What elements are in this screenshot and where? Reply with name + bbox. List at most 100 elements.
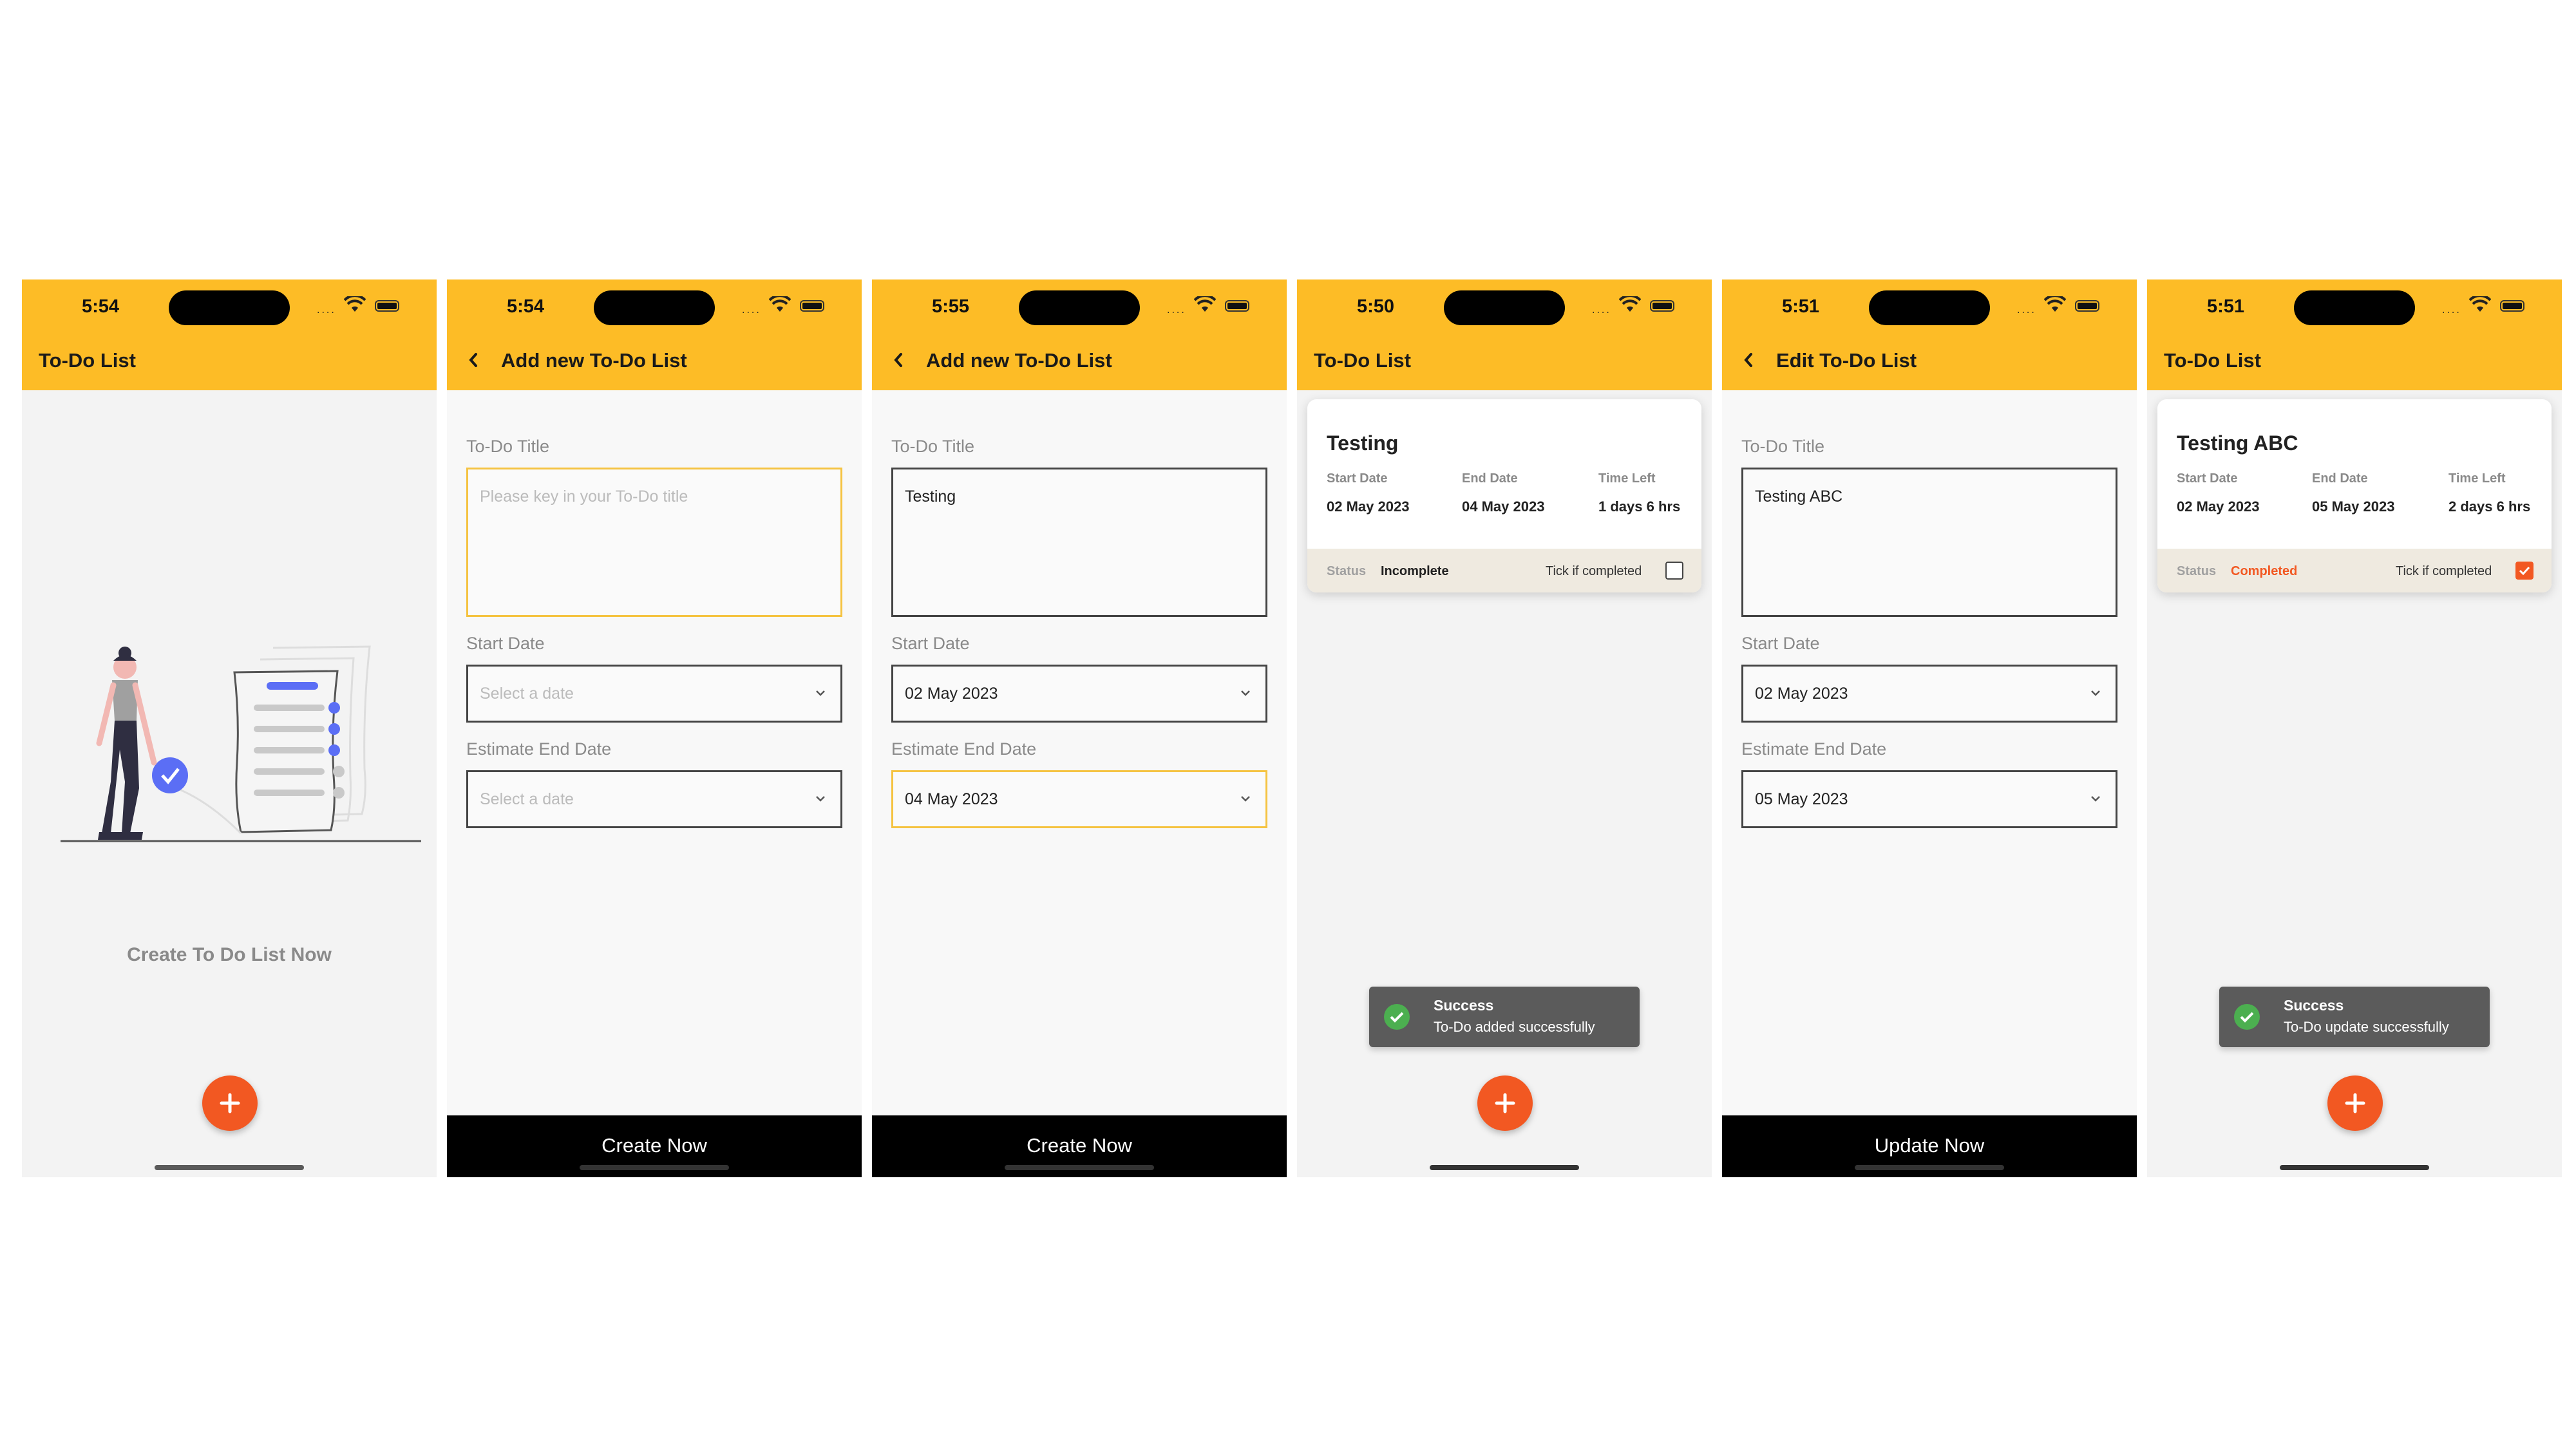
end-date-value: 05 May 2023 (2312, 498, 2395, 515)
status-time: 5:54 (81, 296, 120, 317)
add-todo-button[interactable] (1477, 1075, 1533, 1131)
status-label: Status (2177, 564, 2217, 578)
todo-card-footer: Status Completed Tick if completed (2157, 549, 2552, 592)
screen-edit-todo: 5:51 .... Edit To-Do List To-Do Title Te… (1722, 279, 2137, 1177)
toast-title: Success (1434, 997, 1494, 1014)
wifi-icon (2469, 296, 2491, 312)
start-date-label: Start Date (1741, 634, 1820, 653)
todo-title-label: To-Do Title (466, 437, 550, 456)
page-title: Edit To-Do List (1776, 349, 1917, 372)
todo-title-input[interactable]: Please key in your To-Do title (466, 468, 842, 617)
time-left-value: 2 days 6 hrs (2448, 498, 2531, 515)
end-date-label: End Date (2312, 471, 2368, 486)
signal-icon: .... (2442, 305, 2461, 316)
check-circle-icon (2234, 1004, 2260, 1030)
page-title: Add new To-Do List (501, 349, 687, 372)
todo-title-input[interactable]: Testing ABC (1741, 468, 2117, 617)
start-date-label: Start Date (466, 634, 545, 653)
status-value: Completed (2231, 564, 2298, 578)
completed-checkbox[interactable] (1665, 562, 1683, 580)
home-indicator (1430, 1165, 1579, 1170)
end-date-select[interactable]: 05 May 2023 (1741, 770, 2117, 828)
dynamic-island (1869, 290, 1990, 325)
status-time: 5:54 (506, 296, 545, 317)
screen-add-todo-filled: 5:55 .... Add new To-Do List To-Do Title… (872, 279, 1287, 1177)
back-chevron-icon[interactable] (891, 350, 905, 370)
signal-icon: .... (742, 305, 761, 316)
screen-todo-list-added: 5:50 .... To-Do List Testing Start Date … (1297, 279, 1712, 1177)
status-label: Status (1327, 564, 1367, 578)
add-todo-button[interactable] (202, 1075, 258, 1131)
page-title: To-Do List (2164, 349, 2261, 372)
todo-title-input[interactable]: Testing (891, 468, 1267, 617)
battery-icon (1650, 300, 1674, 312)
end-date-value: Select a date (480, 790, 574, 808)
start-date-select[interactable]: 02 May 2023 (891, 665, 1267, 723)
start-date-select[interactable]: 02 May 2023 (1741, 665, 2117, 723)
screen-todo-list-empty: 5:54 .... To-Do List Create To Do List N… (22, 279, 437, 1177)
toast-title: Success (2284, 997, 2344, 1014)
header-bar: 5:55 .... Add new To-Do List (872, 279, 1287, 390)
home-indicator (1005, 1165, 1154, 1170)
start-date-select[interactable]: Select a date (466, 665, 842, 723)
battery-icon (800, 300, 824, 312)
back-chevron-icon[interactable] (1741, 350, 1756, 370)
battery-icon (1225, 300, 1249, 312)
chevron-down-icon (2091, 690, 2100, 696)
page-title: Add new To-Do List (926, 349, 1112, 372)
header-bar: 5:54 .... Add new To-Do List (447, 279, 862, 390)
end-date-label: Estimate End Date (1741, 739, 1887, 759)
todo-card-title: Testing ABC (2177, 431, 2298, 455)
start-date-label: Start Date (891, 634, 970, 653)
status-time: 5:51 (1781, 296, 1820, 317)
status-time: 5:55 (931, 296, 970, 317)
start-date-label: Start Date (2177, 471, 2238, 486)
dynamic-island (594, 290, 715, 325)
toast-message: To-Do update successfully (2284, 1019, 2449, 1035)
success-toast: Success To-Do update successfully (2219, 987, 2490, 1047)
wifi-icon (2044, 296, 2066, 312)
plus-icon (2345, 1093, 2365, 1113)
wifi-icon (344, 296, 366, 312)
end-date-value: 04 May 2023 (905, 790, 998, 808)
battery-icon (375, 300, 399, 312)
battery-icon (2075, 300, 2099, 312)
todo-title-label: To-Do Title (1741, 437, 1825, 456)
back-chevron-icon[interactable] (466, 350, 480, 370)
plus-icon (1495, 1093, 1515, 1113)
time-left-label: Time Left (1598, 471, 1656, 486)
start-date-value: 02 May 2023 (905, 685, 998, 703)
end-date-select[interactable]: 04 May 2023 (891, 770, 1267, 828)
start-date-value: 02 May 2023 (1327, 498, 1410, 515)
chevron-down-icon (1241, 690, 1250, 696)
screen-todo-list-updated: 5:51 .... To-Do List Testing ABC Start D… (2147, 279, 2562, 1177)
todo-card[interactable]: Testing ABC Start Date 02 May 2023 End D… (2157, 399, 2552, 592)
dynamic-island (169, 290, 290, 325)
chevron-down-icon (1241, 796, 1250, 802)
dynamic-island (1444, 290, 1565, 325)
wifi-icon (1194, 296, 1216, 312)
completed-checkbox[interactable] (2515, 562, 2533, 580)
signal-icon: .... (317, 305, 336, 316)
tick-completed-label: Tick if completed (1546, 564, 1642, 578)
status-time: 5:50 (1356, 296, 1395, 317)
end-date-select[interactable]: Select a date (466, 770, 842, 828)
todo-card[interactable]: Testing Start Date 02 May 2023 End Date … (1307, 399, 1701, 592)
header-bar: 5:50 .... To-Do List (1297, 279, 1712, 390)
dynamic-island (1019, 290, 1140, 325)
empty-state-text: Create To Do List Now (127, 944, 332, 965)
todo-title-label: To-Do Title (891, 437, 975, 456)
todo-card-footer: Status Incomplete Tick if completed (1307, 549, 1701, 592)
home-indicator (580, 1165, 729, 1170)
signal-icon: .... (1592, 305, 1611, 316)
status-value: Incomplete (1381, 564, 1449, 578)
chevron-down-icon (816, 796, 825, 802)
signal-icon: .... (2017, 305, 2036, 316)
add-todo-button[interactable] (2327, 1075, 2383, 1131)
end-date-value: 05 May 2023 (1755, 790, 1848, 808)
wifi-icon (1619, 296, 1641, 312)
header-bar: 5:51 .... To-Do List (2147, 279, 2562, 390)
dynamic-island (2294, 290, 2415, 325)
end-date-label: End Date (1462, 471, 1518, 486)
check-circle-icon (1384, 1004, 1410, 1030)
